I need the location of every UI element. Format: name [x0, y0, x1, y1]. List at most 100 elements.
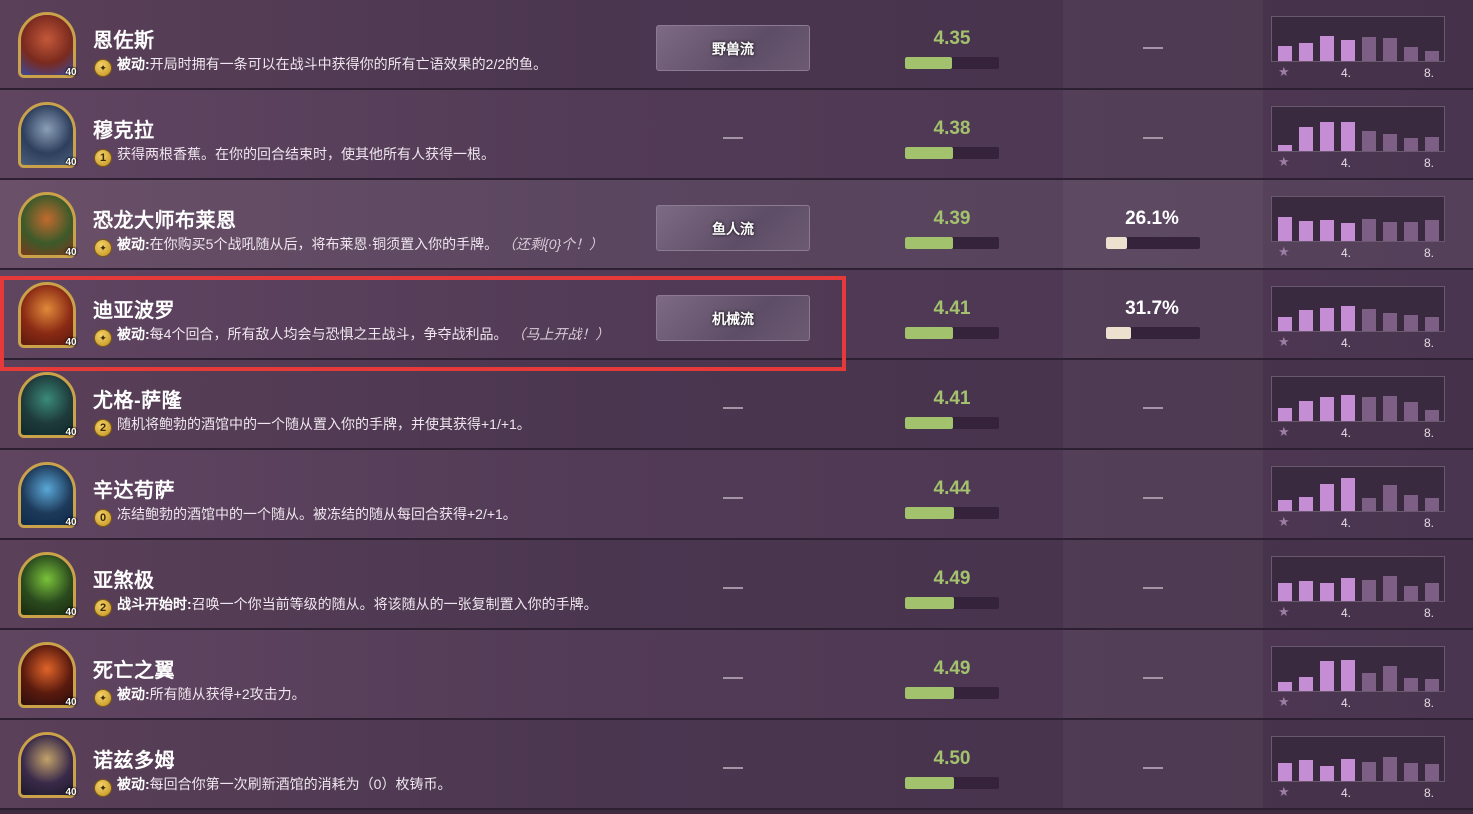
star-icon: ★ — [1278, 244, 1290, 259]
build-tag-button[interactable]: 机械流 — [656, 295, 810, 341]
placement-distribution-chart[interactable] — [1271, 16, 1445, 62]
hero-name[interactable]: 尤格-萨隆 — [93, 384, 182, 413]
distribution-bar — [1404, 222, 1418, 241]
hero-row[interactable]: 40 穆克拉 1 获得两根香蕉。在你的回合结束时，使其他所有人获得一根。 4.38 ★ 4… — [0, 90, 1473, 180]
pick-rate-bar — [1106, 237, 1200, 249]
distribution-bar — [1362, 673, 1376, 691]
distribution-bar — [1425, 764, 1439, 781]
hero-power-text: 召唤一个你当前等级的随从。将该随从的一张复制置入你的手牌。 — [191, 596, 598, 612]
distribution-bar — [1362, 131, 1376, 151]
hero-name[interactable]: 死亡之翼 — [93, 654, 175, 683]
distribution-bar — [1362, 580, 1376, 601]
hero-row[interactable]: 40 亚煞极 2 战斗开始时:召唤一个你当前等级的随从。将该随从的一张复制置入你的手牌… — [0, 540, 1473, 630]
hero-row[interactable]: 40 辛达苟萨 0 冻结鲍勃的酒馆中的一个随从。被冻结的随从每回合获得+2/+1。 4… — [0, 450, 1473, 540]
placement-distribution-chart[interactable] — [1271, 286, 1445, 332]
placement-distribution-chart[interactable] — [1271, 556, 1445, 602]
pick-rate-column-bg — [1063, 720, 1263, 808]
build-tag-button[interactable]: 鱼人流 — [656, 205, 810, 251]
armor-badge: 40 — [65, 607, 77, 618]
distribution-bar — [1404, 586, 1418, 601]
star-icon: ★ — [1278, 784, 1290, 799]
hero-power-description: ✦ 被动:在你购买5个战吼随从后，将布莱恩·铜须置入你的手牌。 （还剩{0}个！） — [95, 233, 625, 256]
build-tag-button[interactable]: 野兽流 — [656, 25, 810, 71]
distribution-bar — [1320, 397, 1334, 421]
distribution-bar — [1341, 306, 1355, 331]
hero-name[interactable]: 迪亚波罗 — [93, 294, 175, 323]
hero-power-description: ✦ 被动:所有随从获得+2攻击力。 — [95, 683, 625, 706]
hero-row[interactable]: 40 诺兹多姆 ✦ 被动:每回合你第一次刷新酒馆的消耗为（0）枚铸币。 4.50 ★ 4.… — [0, 720, 1473, 810]
distribution-bar — [1341, 395, 1355, 421]
distribution-bar — [1299, 310, 1313, 331]
avg-placement-value: 4.41 — [933, 388, 971, 409]
hero-name[interactable]: 诺兹多姆 — [93, 744, 175, 773]
hero-stats-list: 40 恩佐斯 ✦ 被动:开局时拥有一条可以在战斗中获得你的所有亡语效果的2/2的鱼。 … — [0, 0, 1473, 814]
avg-placement-value: 4.49 — [933, 568, 971, 589]
placement-distribution-chart[interactable] — [1271, 736, 1445, 782]
distribution-bar — [1278, 317, 1292, 331]
avg-placement-bar — [905, 507, 999, 519]
avg-placement-bar — [905, 777, 999, 789]
hero-row[interactable]: 40 迪亚波罗 ✦ 被动:每4个回合，所有敌人均会与恐惧之王战斗，争夺战利品。 （马上… — [0, 270, 1473, 360]
coin-icon: ✦ — [95, 780, 111, 796]
placement-distribution-chart[interactable] — [1271, 196, 1445, 242]
avg-placement-value: 4.39 — [933, 208, 971, 229]
hero-power-keyword: 被动: — [117, 56, 150, 72]
avg-placement-bar-fill — [905, 327, 953, 339]
hero-power-description: 0 冻结鲍勃的酒馆中的一个随从。被冻结的随从每回合获得+2/+1。 — [95, 503, 625, 526]
avg-placement-bar-fill — [905, 417, 953, 429]
hero-row[interactable]: 40 恩佐斯 ✦ 被动:开局时拥有一条可以在战斗中获得你的所有亡语效果的2/2的鱼。 … — [0, 0, 1473, 90]
distribution-bar — [1383, 134, 1397, 151]
avg-placement-bar — [905, 597, 999, 609]
hero-power-text: 获得两根香蕉。在你的回合结束时，使其他所有人获得一根。 — [117, 146, 495, 162]
hero-row[interactable]: 40 恐龙大师布莱恩 ✦ 被动:在你购买5个战吼随从后，将布莱恩·铜须置入你的手牌。 … — [0, 180, 1473, 270]
avg-placement-bar-fill — [905, 237, 953, 249]
distribution-bar — [1278, 145, 1292, 151]
hero-name[interactable]: 恩佐斯 — [93, 24, 155, 53]
hero-power-description: ✦ 被动:开局时拥有一条可以在战斗中获得你的所有亡语效果的2/2的鱼。 — [95, 53, 625, 76]
hero-name[interactable]: 穆克拉 — [93, 114, 155, 143]
star-icon: ★ — [1278, 154, 1290, 169]
distribution-bar — [1404, 678, 1418, 691]
distribution-bar — [1425, 137, 1439, 151]
avg-placement-value: 4.41 — [933, 298, 971, 319]
build-empty-dash — [723, 407, 743, 409]
distribution-label-4: 4. — [1341, 786, 1352, 800]
placement-distribution-chart[interactable] — [1271, 466, 1445, 512]
pick-rate-value: 26.1% — [1125, 208, 1179, 229]
pick-rate-empty-dash — [1143, 47, 1163, 49]
distribution-bar — [1362, 498, 1376, 511]
armor-badge: 40 — [65, 697, 77, 708]
distribution-bar — [1425, 51, 1439, 61]
coin-icon: ✦ — [95, 330, 111, 346]
armor-badge: 40 — [65, 517, 77, 528]
hero-row[interactable]: 40 死亡之翼 ✦ 被动:所有随从获得+2攻击力。 4.49 ★ 4. 8. — [0, 630, 1473, 720]
distribution-bar — [1341, 759, 1355, 781]
distribution-bar — [1425, 679, 1439, 691]
hero-power-description: ✦ 被动:每回合你第一次刷新酒馆的消耗为（0）枚铸币。 — [95, 773, 625, 796]
hero-power-description: 1 获得两根香蕉。在你的回合结束时，使其他所有人获得一根。 — [95, 143, 625, 166]
star-icon: ★ — [1278, 424, 1290, 439]
placement-distribution-chart[interactable] — [1271, 646, 1445, 692]
distribution-bar — [1278, 408, 1292, 421]
avg-placement-bar-fill — [905, 57, 952, 69]
distribution-bar — [1278, 500, 1292, 511]
armor-badge: 40 — [65, 787, 77, 798]
distribution-bar — [1404, 138, 1418, 151]
hero-name[interactable]: 恐龙大师布莱恩 — [93, 204, 237, 233]
distribution-bar — [1404, 495, 1418, 511]
hero-power-text: 所有随从获得+2攻击力。 — [149, 686, 306, 702]
avg-placement-bar-fill — [905, 687, 954, 699]
distribution-label-4: 4. — [1341, 606, 1352, 620]
hero-name[interactable]: 亚煞极 — [93, 564, 155, 593]
distribution-bar — [1362, 219, 1376, 241]
distribution-bar — [1320, 484, 1334, 511]
placement-distribution-chart[interactable] — [1271, 106, 1445, 152]
pick-rate-empty-dash — [1143, 407, 1163, 409]
hero-name[interactable]: 辛达苟萨 — [93, 474, 175, 503]
hero-row[interactable]: 40 尤格-萨隆 2 随机将鲍勃的酒馆中的一个随从置入你的手牌，并使其获得+1/+1。… — [0, 360, 1473, 450]
distribution-bar — [1404, 763, 1418, 781]
hero-power-counter: （马上开战！） — [511, 326, 610, 342]
distribution-bar — [1383, 313, 1397, 331]
distribution-bar — [1425, 220, 1439, 241]
placement-distribution-chart[interactable] — [1271, 376, 1445, 422]
